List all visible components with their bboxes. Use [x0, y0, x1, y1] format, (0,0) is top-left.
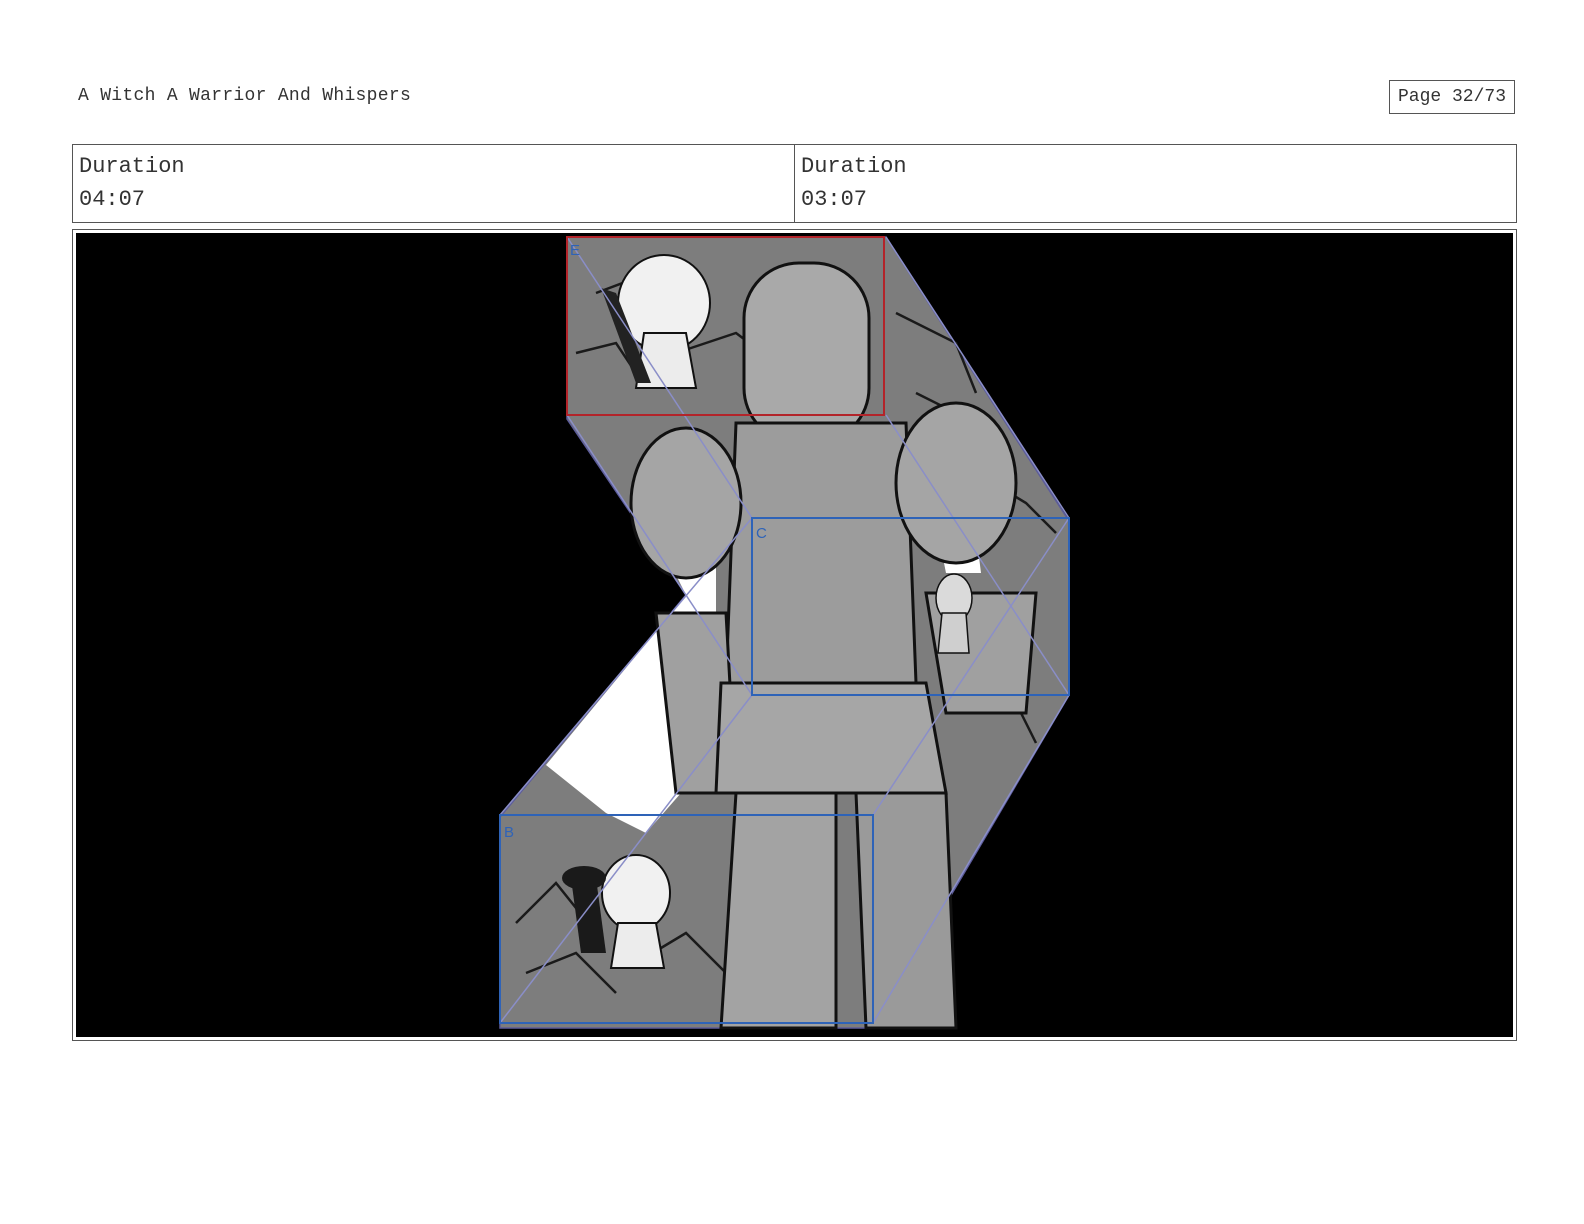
frame-label-c: C: [756, 525, 767, 542]
storyboard-panel-frame: E C B: [72, 229, 1517, 1041]
duration-cell: Duration 03:07: [794, 145, 1516, 222]
frame-label-e: E: [570, 242, 580, 259]
storyboard-panel-image: E C B: [76, 233, 1513, 1037]
storyboard-sketch: E C B: [76, 233, 1513, 1037]
duration-label: Duration: [801, 154, 907, 179]
duration-cell: Duration 04:07: [73, 145, 794, 222]
duration-value: 04:07: [79, 187, 146, 212]
project-title: A Witch A Warrior And Whispers: [78, 86, 412, 106]
girl-figure-middle: [935, 573, 973, 654]
page-indicator: Page 32/73: [1389, 80, 1515, 114]
frame-label-b: B: [504, 824, 514, 841]
duration-value: 03:07: [801, 187, 868, 212]
duration-label: Duration: [79, 154, 185, 179]
duration-table: Duration 04:07 Duration 03:07: [72, 144, 1517, 223]
